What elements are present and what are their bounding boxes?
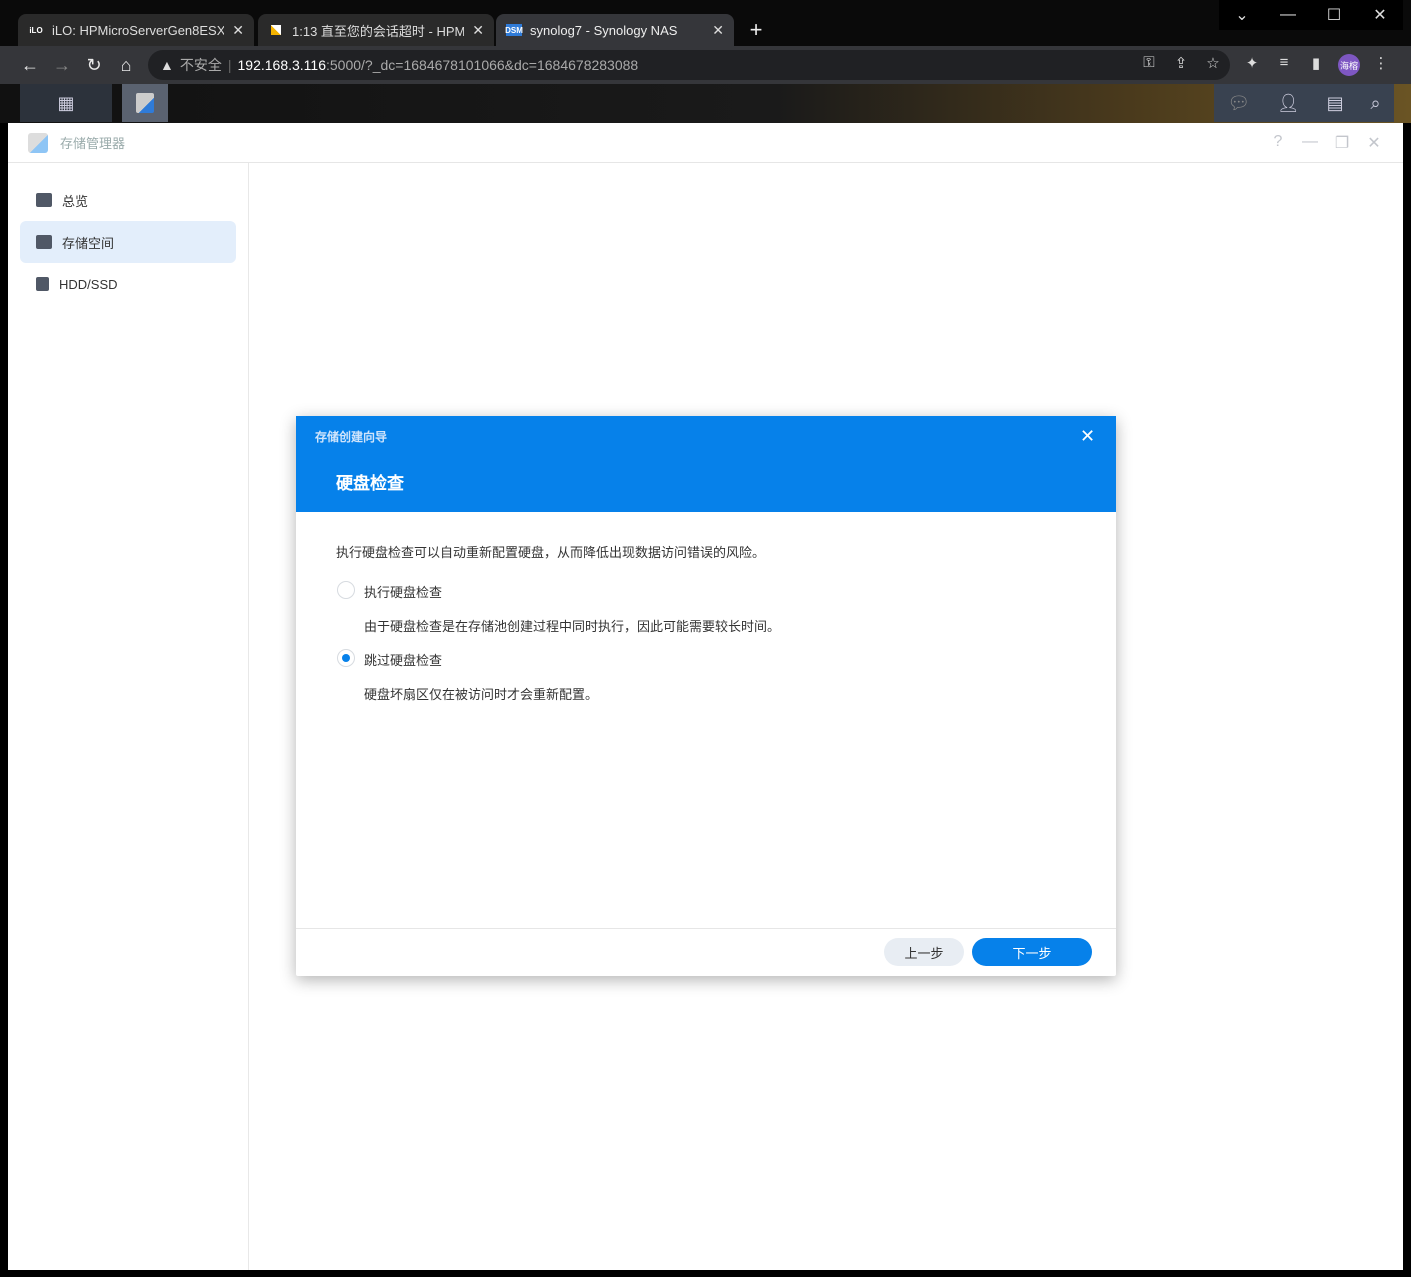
search-icon[interactable]: ⌕ bbox=[1370, 93, 1380, 114]
reload-button[interactable]: ↻ bbox=[82, 54, 106, 76]
sidebar-item-label: HDD/SSD bbox=[59, 276, 118, 292]
dialog-header: 存储创建向导 硬盘检查 ✕ bbox=[296, 416, 1116, 512]
sidebar: 总览 存储空间 HDD/SSD bbox=[8, 163, 249, 1270]
option-hint: 由于硬盘检查是在存储池创建过程中同时执行，因此可能需要较长时间。 bbox=[364, 619, 781, 634]
key-icon[interactable]: ⚿ bbox=[1138, 54, 1160, 71]
star-icon[interactable]: ☆ bbox=[1202, 54, 1224, 72]
tab-title: synolog7 - Synology NAS bbox=[530, 22, 678, 38]
hp-favicon-icon bbox=[268, 24, 284, 36]
warning-icon: ▲ bbox=[160, 57, 174, 73]
window-title: 存储管理器 bbox=[60, 136, 126, 151]
url-path: :5000/?_dc=1684678101066&dc=168467828308… bbox=[326, 57, 639, 73]
tab-search-button[interactable]: ⌄ bbox=[1219, 0, 1265, 30]
home-button[interactable]: ⌂ bbox=[114, 54, 138, 76]
step-title: 硬盘检查 bbox=[336, 474, 404, 493]
close-button[interactable]: ✕ bbox=[1364, 133, 1384, 153]
chat-icon[interactable]: 💬︎ bbox=[1227, 93, 1250, 114]
tab-synology[interactable]: DSM synolog7 - Synology NAS ✕ bbox=[496, 14, 734, 46]
wizard-title: 存储创建向导 bbox=[315, 430, 388, 444]
sidebar-item-label: 存储空间 bbox=[62, 235, 115, 251]
close-icon[interactable]: ✕ bbox=[232, 22, 244, 39]
close-icon[interactable]: ✕ bbox=[472, 22, 484, 39]
option-hint: 硬盘坏扇区仅在被访问时才会重新配置。 bbox=[364, 687, 599, 702]
extensions-icon[interactable]: ✦ bbox=[1241, 54, 1263, 72]
storage-manager-taskbar-button[interactable] bbox=[122, 84, 168, 122]
disk-icon bbox=[36, 277, 49, 291]
address-bar[interactable]: ▲ 不安全 | 192.168.3.116:5000/?_dc=16846781… bbox=[148, 50, 1230, 80]
dsm-favicon-icon: DSM bbox=[505, 24, 523, 36]
back-button[interactable]: 上一步 bbox=[884, 938, 964, 966]
new-tab-button[interactable]: + bbox=[741, 16, 771, 44]
radio-skip-disk-check[interactable] bbox=[337, 649, 355, 667]
widgets-icon[interactable]: ▤ bbox=[1327, 93, 1344, 114]
tab-title: iLO: HPMicroServerGen8ESXi - bbox=[52, 22, 225, 38]
tab-ilo[interactable]: iLO iLO: HPMicroServerGen8ESXi - ✕ bbox=[18, 14, 254, 46]
overview-icon bbox=[36, 193, 52, 207]
option-label[interactable]: 执行硬盘检查 bbox=[364, 582, 442, 601]
tab-title: 1:13 直至您的会话超时 - HPMic bbox=[292, 23, 465, 39]
minimize-button[interactable]: — bbox=[1300, 133, 1320, 151]
back-button[interactable]: ← bbox=[18, 54, 42, 76]
tab-strip: iLO iLO: HPMicroServerGen8ESXi - ✕ 1:13 … bbox=[0, 0, 1411, 46]
minimize-window-button[interactable]: — bbox=[1265, 0, 1311, 30]
sidebar-item-storage[interactable]: 存储空间 bbox=[20, 221, 236, 263]
url-host: 192.168.3.116 bbox=[237, 57, 327, 73]
side-panel-icon[interactable]: ▮ bbox=[1305, 54, 1327, 72]
menu-icon[interactable]: ⋮ bbox=[1370, 54, 1392, 72]
close-window-button[interactable]: ✕ bbox=[1357, 0, 1403, 30]
maximize-window-button[interactable]: ☐ bbox=[1311, 0, 1357, 30]
app-icon bbox=[28, 133, 48, 153]
sidebar-item-label: 总览 bbox=[62, 193, 89, 209]
next-button[interactable]: 下一步 bbox=[972, 938, 1092, 966]
description: 执行硬盘检查可以自动重新配置硬盘，从而降低出现数据访问错误的风险。 bbox=[336, 545, 766, 560]
sidebar-item-overview[interactable]: 总览 bbox=[20, 179, 236, 221]
media-icon[interactable]: ≡ bbox=[1273, 54, 1295, 71]
share-icon[interactable]: ⇪ bbox=[1170, 54, 1192, 72]
ilo-favicon-icon: iLO bbox=[29, 25, 43, 35]
window-titlebar: 存储管理器 ? — ❐ ✕ bbox=[8, 123, 1403, 163]
tab-hp[interactable]: 1:13 直至您的会话超时 - HPMic ✕ bbox=[258, 14, 494, 46]
option-label[interactable]: 跳过硬盘检查 bbox=[364, 650, 442, 669]
main-menu-button[interactable]: ▦ bbox=[20, 84, 112, 122]
forward-button[interactable]: → bbox=[50, 54, 74, 76]
dialog-close-button[interactable]: ✕ bbox=[1080, 426, 1095, 447]
profile-avatar[interactable]: 海榕 bbox=[1338, 54, 1360, 76]
radio-run-disk-check[interactable] bbox=[337, 581, 355, 599]
footer-divider bbox=[296, 928, 1116, 929]
dsm-taskbar bbox=[0, 84, 1411, 123]
dsm-tray: 💬︎ 👤︎ ▤ ⌕ bbox=[1214, 84, 1394, 122]
restore-button[interactable]: ❐ bbox=[1332, 133, 1352, 153]
storage-icon bbox=[36, 235, 52, 249]
help-button[interactable]: ? bbox=[1268, 133, 1288, 151]
user-icon[interactable]: 👤︎ bbox=[1277, 93, 1300, 114]
sidebar-item-hdd-ssd[interactable]: HDD/SSD bbox=[20, 263, 236, 305]
grid-icon: ▦ bbox=[57, 92, 75, 113]
storage-wizard-dialog: 存储创建向导 硬盘检查 ✕ 执行硬盘检查可以自动重新配置硬盘，从而降低出现数据访… bbox=[296, 416, 1116, 976]
close-icon[interactable]: ✕ bbox=[712, 22, 724, 39]
storage-manager-icon bbox=[136, 93, 154, 113]
security-label[interactable]: 不安全 bbox=[180, 55, 222, 75]
